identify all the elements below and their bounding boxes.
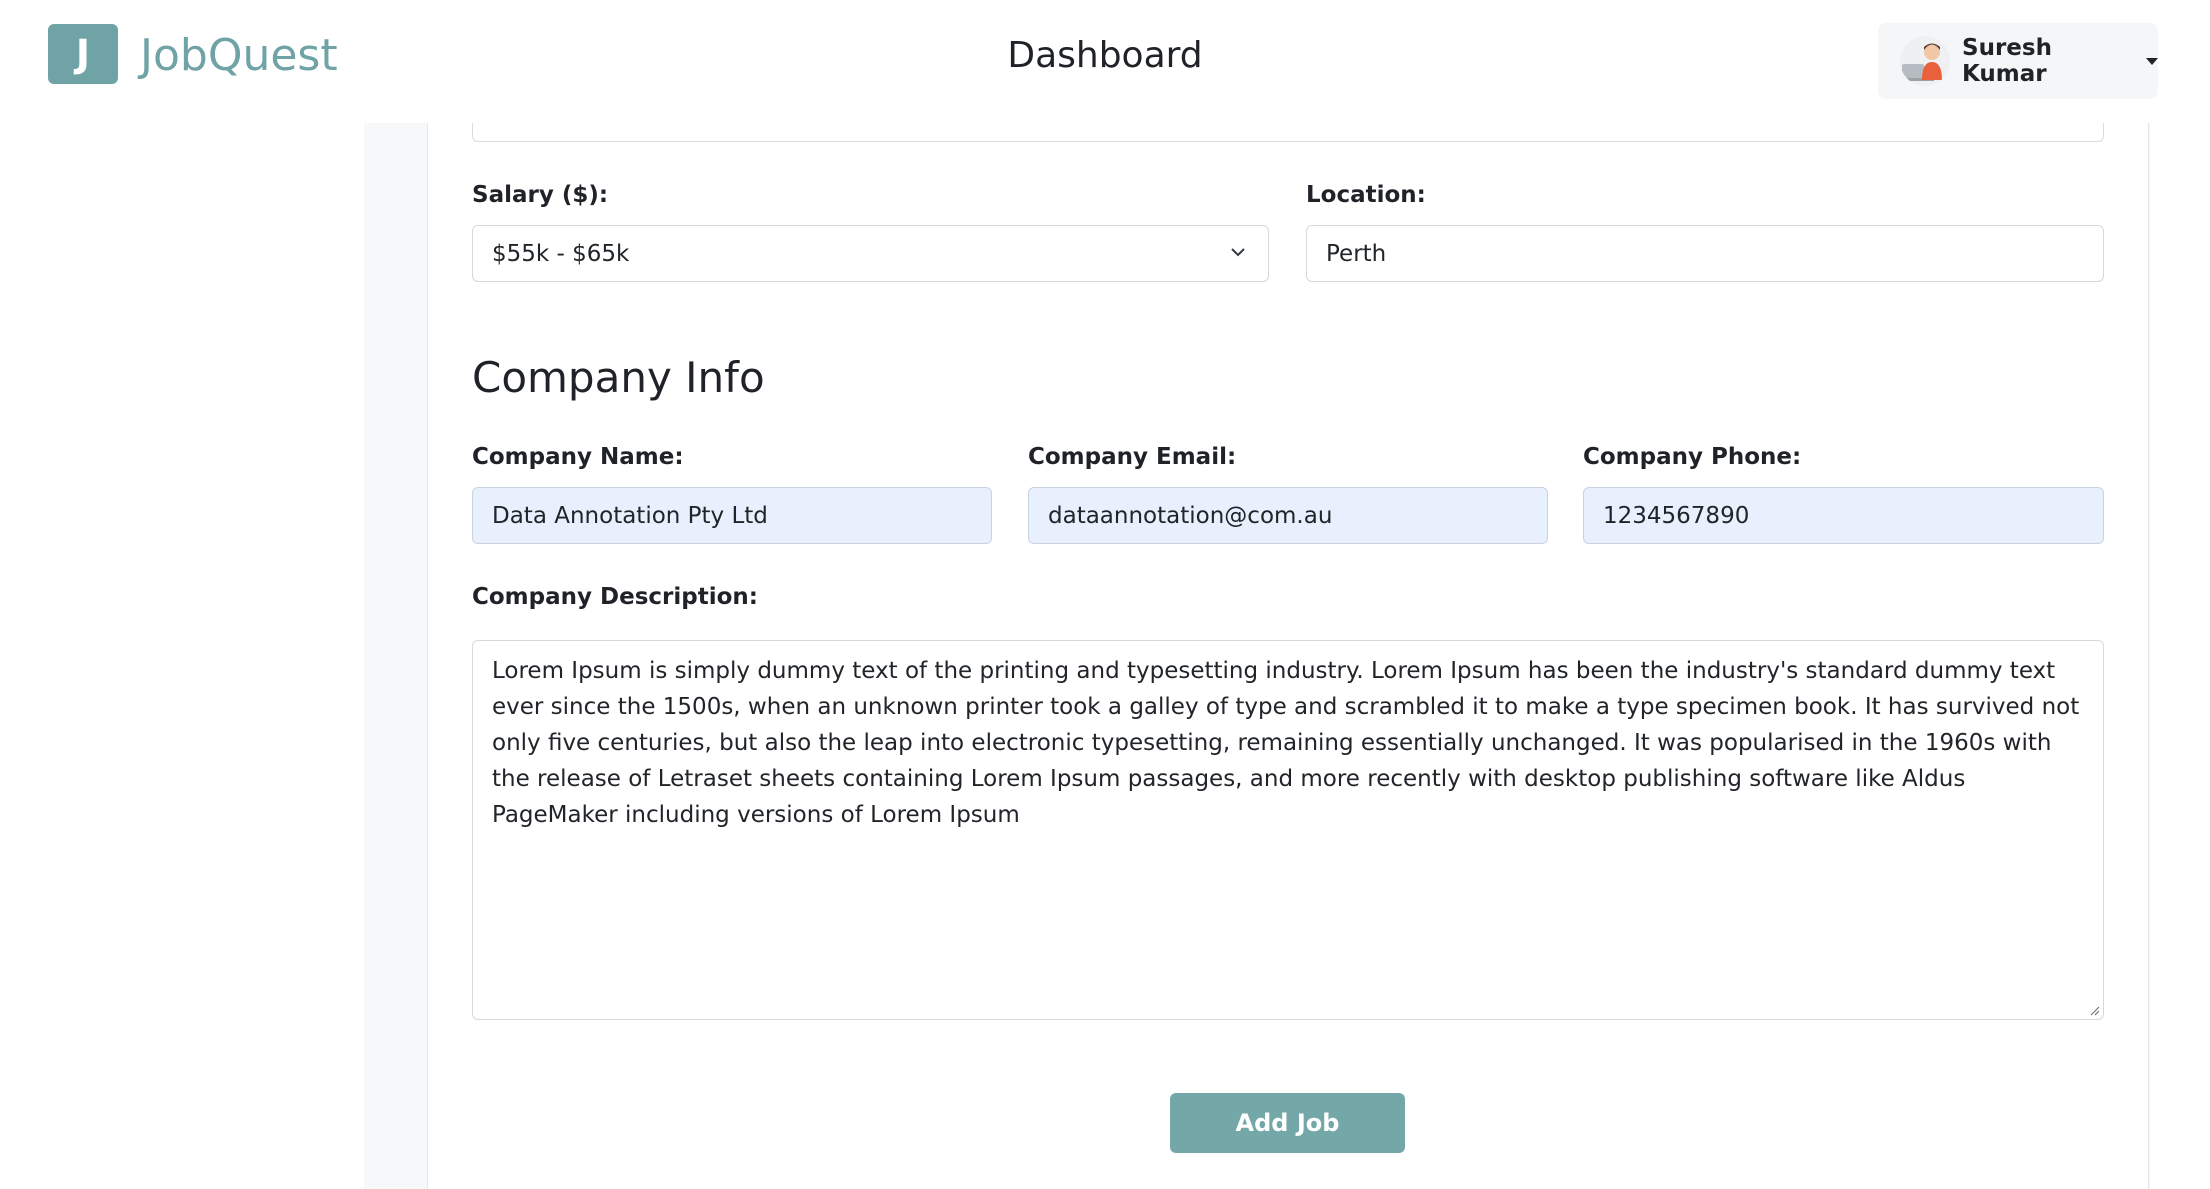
company-description-textarea[interactable]: Lorem Ipsum is simply dummy text of the …: [472, 640, 2104, 1020]
company-name-label: Company Name:: [472, 444, 684, 470]
company-description-value: Lorem Ipsum is simply dummy text of the …: [492, 658, 2080, 828]
location-input[interactable]: Perth: [1306, 225, 2104, 282]
location-value: Perth: [1326, 240, 1387, 267]
location-label: Location:: [1306, 182, 1426, 208]
add-job-button[interactable]: Add Job: [1170, 1093, 1405, 1153]
salary-value: $55k - $65k: [492, 240, 630, 267]
company-email-input[interactable]: dataannotation@com.au: [1028, 487, 1548, 544]
user-avatar-icon: [1900, 36, 1950, 86]
company-email-label: Company Email:: [1028, 444, 1237, 470]
company-info-heading: Company Info: [472, 353, 765, 402]
resize-grip-icon[interactable]: [2088, 1004, 2100, 1016]
company-phone-label: Company Phone:: [1583, 444, 1802, 470]
company-description-label: Company Description:: [472, 584, 758, 610]
caret-down-icon: [2146, 57, 2158, 65]
company-phone-value: 1234567890: [1603, 502, 1750, 529]
company-name-input[interactable]: Data Annotation Pty Ltd: [472, 487, 992, 544]
salary-label: Salary ($):: [472, 182, 609, 208]
user-name: Suresh Kumar: [1962, 35, 2052, 87]
company-name-value: Data Annotation Pty Ltd: [492, 502, 768, 529]
top-navbar: J JobQuest Dashboard Suresh Kumar: [0, 0, 2210, 123]
company-email-value: dataannotation@com.au: [1048, 502, 1333, 529]
user-menu-button[interactable]: Suresh Kumar: [1878, 23, 2158, 99]
chevron-down-icon: [1231, 248, 1245, 257]
salary-select[interactable]: $55k - $65k: [472, 225, 1269, 282]
company-phone-input[interactable]: 1234567890: [1583, 487, 2104, 544]
